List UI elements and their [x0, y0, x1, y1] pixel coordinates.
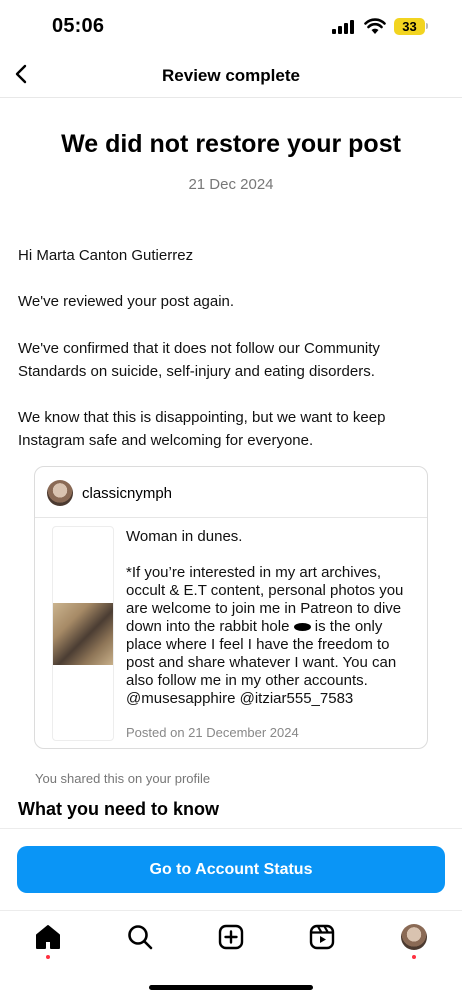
status-bar: 05:06 33 [0, 0, 462, 54]
create-icon[interactable] [217, 923, 245, 951]
page-title: Review complete [162, 66, 300, 85]
disappointing-text: We know that this is disappointing, but … [18, 409, 386, 449]
review-text: We've reviewed your post again. [18, 293, 235, 310]
post-card[interactable]: classicnymph Woman in dunes. *If you’re … [34, 466, 428, 749]
violation-text: We've confirmed that it does not follow … [18, 340, 380, 380]
post-header: classicnymph [35, 467, 427, 518]
posted-date: Posted on 21 December 2024 [126, 725, 299, 740]
review-headline: We did not restore your post [61, 130, 401, 158]
profile-avatar[interactable] [401, 924, 427, 950]
status-time: 05:06 [52, 15, 105, 37]
cellular-signal-icon [332, 20, 354, 34]
notification-dot [46, 955, 50, 959]
section-title: What you need to know [18, 799, 219, 819]
shared-note: You shared this on your profile [35, 771, 211, 786]
divider [0, 828, 462, 829]
reels-icon[interactable] [308, 923, 336, 951]
wifi-icon [364, 18, 386, 34]
post-thumbnail-frame [52, 526, 114, 741]
post-username: classicnymph [82, 485, 173, 502]
caption-title: Woman in dunes. [126, 528, 243, 545]
search-icon[interactable] [126, 923, 154, 951]
post-thumbnail [53, 603, 113, 665]
post-caption: Woman in dunes. *If you’re interested in… [126, 526, 416, 708]
review-date: 21 Dec 2024 [188, 176, 274, 193]
home-icon[interactable] [34, 923, 62, 951]
battery-level: 33 [402, 19, 417, 34]
battery-indicator: 33 [394, 18, 425, 35]
black-hole-emoji-icon [293, 623, 311, 632]
battery-cap [426, 23, 428, 29]
go-to-account-status-button[interactable]: Go to Account Status [17, 846, 445, 893]
profile-notification-dot [412, 955, 416, 959]
header: Review complete [0, 54, 462, 98]
greeting-text: Hi Marta Canton Gutierrez [18, 247, 194, 264]
avatar [47, 480, 73, 506]
home-indicator [149, 985, 313, 990]
